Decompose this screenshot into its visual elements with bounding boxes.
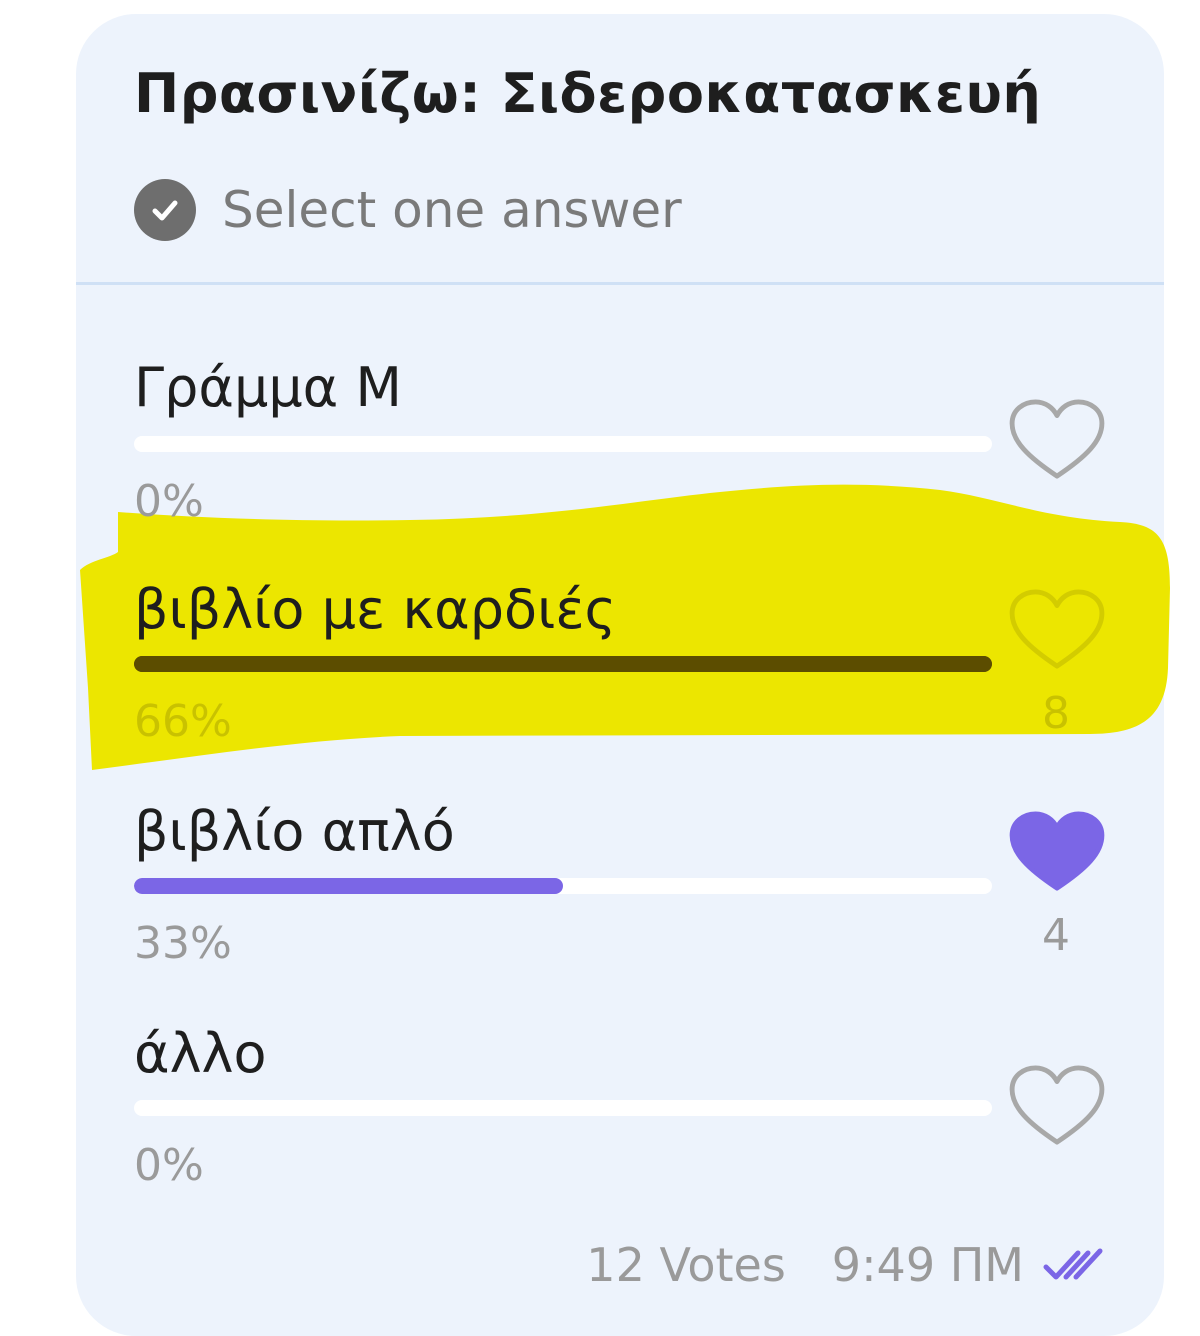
option-progress-track: [134, 878, 992, 894]
option-label: άλλο: [134, 1022, 267, 1085]
option-label: βιβλίο με καρδιές: [134, 578, 617, 641]
option-progress-fill: [134, 656, 992, 672]
option-progress-track: [134, 436, 992, 452]
check-circle-icon: [134, 179, 196, 241]
option-progress-fill: [134, 878, 563, 894]
message-time: 9:49 ΠΜ: [831, 1238, 1024, 1292]
option-vote-count: 8: [1042, 688, 1070, 739]
option-progress-track: [134, 656, 992, 672]
heart-icon[interactable]: [1008, 810, 1106, 892]
poll-subtitle-row: Select one answer: [134, 178, 682, 242]
poll-footer: 12 Votes 9:49 ΠΜ: [586, 1238, 1112, 1292]
option-progress-track: [134, 1100, 992, 1116]
divider: [76, 282, 1164, 285]
option-percent: 0%: [134, 1140, 204, 1191]
heart-icon[interactable]: [1008, 1064, 1106, 1146]
vote-total[interactable]: 12 Votes: [586, 1238, 786, 1292]
heart-icon[interactable]: [1008, 398, 1106, 480]
poll-title: Πρασινίζω: Σιδεροκατασκευή: [134, 62, 1042, 125]
option-vote-count: 4: [1042, 910, 1070, 961]
heart-icon[interactable]: [1008, 588, 1106, 670]
double-check-icon: [1043, 1248, 1103, 1280]
option-label: Γράμμα Μ: [134, 356, 403, 419]
option-label: βιβλίο απλό: [134, 800, 455, 863]
option-percent: 0%: [134, 476, 204, 527]
option-percent: 66%: [134, 696, 232, 747]
poll-subtitle: Select one answer: [222, 181, 682, 239]
option-percent: 33%: [134, 918, 232, 969]
